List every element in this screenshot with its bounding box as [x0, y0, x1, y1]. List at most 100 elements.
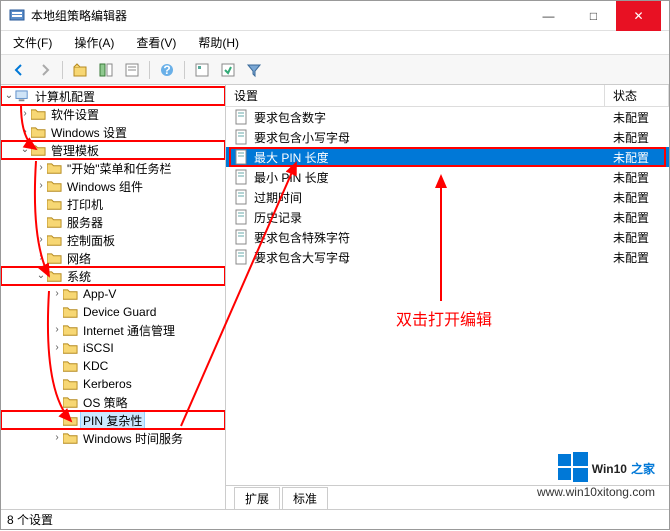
tree-item-servers[interactable]: 服务器: [1, 213, 225, 231]
list-item-text: 最小 PIN 长度: [254, 169, 605, 186]
extra-button-1[interactable]: [190, 58, 214, 82]
list-item-text: 要求包含特殊字符: [254, 229, 605, 246]
tree-label: Internet 通信管理: [81, 322, 177, 339]
folder-icon: [63, 342, 78, 355]
tree-item-printers[interactable]: 打印机: [1, 195, 225, 213]
expand-icon[interactable]: ›: [51, 433, 63, 443]
folder-icon: [47, 216, 62, 229]
tree-item-windows-components[interactable]: › Windows 组件: [1, 177, 225, 195]
tree-item-iscsi[interactable]: › iSCSI: [1, 339, 225, 357]
list-item-text: 要求包含数字: [254, 109, 605, 126]
menu-action[interactable]: 操作(A): [68, 32, 120, 53]
tree-label: 计算机配置: [33, 88, 97, 105]
list-item-text: 过期时间: [254, 189, 605, 206]
tree-item-system[interactable]: ⌄ 系统: [1, 267, 225, 285]
tree-pane[interactable]: ⌄ 计算机配置 › 软件设置 › Windows 设置 ⌄ 管理模板 › "开始…: [1, 85, 226, 509]
tree-item-device-guard[interactable]: Device Guard: [1, 303, 225, 321]
folder-icon: [63, 396, 78, 409]
folder-icon: [63, 432, 78, 445]
policy-icon: [234, 149, 250, 165]
tree-label: Windows 设置: [49, 124, 129, 141]
folder-icon: [63, 288, 78, 301]
list-item-text: 历史记录: [254, 209, 605, 226]
close-button[interactable]: ✕: [616, 1, 661, 31]
tabs-bar: 扩展 标准: [226, 485, 669, 509]
list-item-text: 最大 PIN 长度: [254, 149, 605, 166]
policy-icon: [234, 249, 250, 265]
minimize-button[interactable]: —: [526, 1, 571, 31]
tree-label: 软件设置: [49, 106, 101, 123]
tree-label: OS 策略: [81, 394, 130, 411]
list-row[interactable]: 要求包含特殊字符 未配置: [226, 227, 669, 247]
tree-label: 网络: [65, 250, 93, 267]
show-tree-button[interactable]: [94, 58, 118, 82]
tree-item-kerberos[interactable]: Kerberos: [1, 375, 225, 393]
back-button[interactable]: [7, 58, 31, 82]
tree-item-windows-time[interactable]: › Windows 时间服务: [1, 429, 225, 447]
expand-icon[interactable]: ⌄: [35, 271, 47, 281]
expand-icon[interactable]: ›: [35, 253, 47, 263]
tree-label: 系统: [65, 268, 93, 285]
forward-button[interactable]: [33, 58, 57, 82]
tree-label: Windows 组件: [65, 178, 145, 195]
list-row[interactable]: 历史记录 未配置: [226, 207, 669, 227]
tree-item-computer-config[interactable]: ⌄ 计算机配置: [1, 87, 225, 105]
list-row[interactable]: 要求包含数字 未配置: [226, 107, 669, 127]
menu-view[interactable]: 查看(V): [130, 32, 182, 53]
column-header-setting[interactable]: 设置: [226, 85, 605, 106]
tree-item-kdc[interactable]: KDC: [1, 357, 225, 375]
extra-button-2[interactable]: [216, 58, 240, 82]
policy-icon: [234, 109, 250, 125]
maximize-button[interactable]: □: [571, 1, 616, 31]
tree-item-os-policy[interactable]: OS 策略: [1, 393, 225, 411]
list-body[interactable]: 要求包含数字 未配置 要求包含小写字母 未配置 最大 PIN 长度 未配置 最小…: [226, 107, 669, 485]
folder-icon: [63, 324, 78, 337]
folder-icon: [63, 360, 78, 373]
title-bar: 本地组策略编辑器 — □ ✕: [1, 1, 669, 31]
expand-icon[interactable]: ›: [35, 181, 47, 191]
properties-button[interactable]: [120, 58, 144, 82]
expand-icon[interactable]: ⌄: [19, 145, 31, 155]
tree-item-network[interactable]: › 网络: [1, 249, 225, 267]
up-button[interactable]: [68, 58, 92, 82]
computer-icon: [15, 90, 30, 103]
list-row[interactable]: 要求包含大写字母 未配置: [226, 247, 669, 267]
tree-item-admin-templates[interactable]: ⌄ 管理模板: [1, 141, 225, 159]
window-title: 本地组策略编辑器: [31, 7, 526, 24]
menu-file[interactable]: 文件(F): [7, 32, 58, 53]
toolbar: ?: [1, 55, 669, 85]
expand-icon[interactable]: ›: [35, 163, 47, 173]
tree-item-pin-complexity[interactable]: PIN 复杂性: [1, 411, 225, 429]
list-item-text: 要求包含小写字母: [254, 129, 605, 146]
list-header: 设置 状态: [226, 85, 669, 107]
policy-icon: [234, 209, 250, 225]
list-row-selected[interactable]: 最大 PIN 长度 未配置: [226, 147, 669, 167]
expand-icon[interactable]: ›: [19, 127, 31, 137]
list-row[interactable]: 要求包含小写字母 未配置: [226, 127, 669, 147]
list-item-state: 未配置: [605, 129, 669, 146]
help-button[interactable]: ?: [155, 58, 179, 82]
folder-icon: [47, 234, 62, 247]
tree-label: PIN 复杂性: [81, 412, 144, 429]
tab-extend[interactable]: 扩展: [234, 487, 280, 509]
tree-item-windows-settings[interactable]: › Windows 设置: [1, 123, 225, 141]
expand-icon[interactable]: ›: [51, 289, 63, 299]
column-header-state[interactable]: 状态: [605, 85, 669, 106]
list-item-text: 要求包含大写字母: [254, 249, 605, 266]
expand-icon[interactable]: ⌄: [3, 91, 15, 101]
list-row[interactable]: 最小 PIN 长度 未配置: [226, 167, 669, 187]
expand-icon[interactable]: ›: [35, 235, 47, 245]
filter-button[interactable]: [242, 58, 266, 82]
menu-help[interactable]: 帮助(H): [192, 32, 245, 53]
tree-item-internet-comm[interactable]: › Internet 通信管理: [1, 321, 225, 339]
expand-icon: [51, 415, 63, 425]
expand-icon[interactable]: ›: [51, 325, 63, 335]
tree-item-app-v[interactable]: › App-V: [1, 285, 225, 303]
list-row[interactable]: 过期时间 未配置: [226, 187, 669, 207]
tree-item-software-settings[interactable]: › 软件设置: [1, 105, 225, 123]
tree-item-control-panel[interactable]: › 控制面板: [1, 231, 225, 249]
expand-icon[interactable]: ›: [19, 109, 31, 119]
tree-item-start-menu[interactable]: › "开始"菜单和任务栏: [1, 159, 225, 177]
tab-standard[interactable]: 标准: [282, 487, 328, 509]
expand-icon[interactable]: ›: [51, 343, 63, 353]
